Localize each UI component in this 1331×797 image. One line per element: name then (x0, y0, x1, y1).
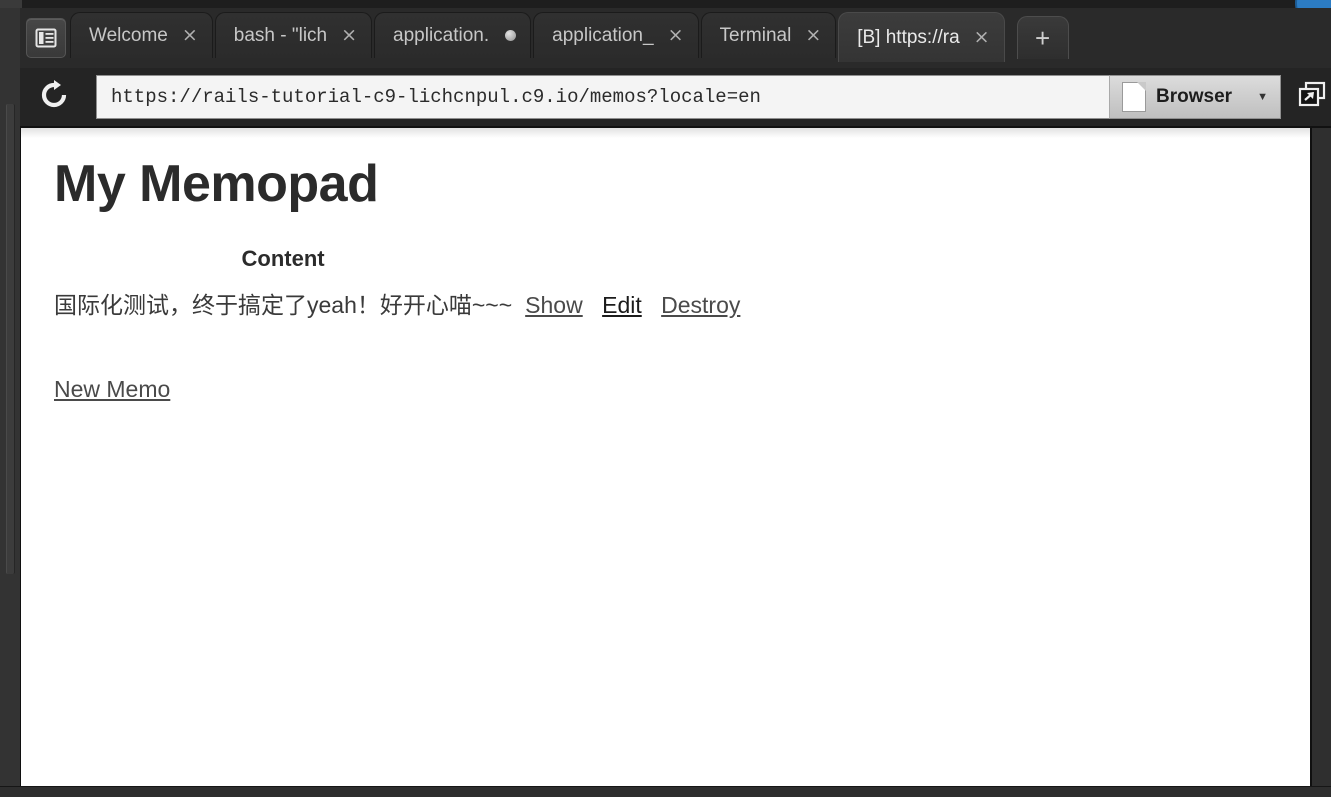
window-top-strip (0, 0, 1331, 8)
editor-tab-welcome[interactable]: Welcome × (70, 12, 213, 58)
left-gutter-scrollbar[interactable] (6, 104, 15, 574)
popout-window-button[interactable] (1289, 74, 1331, 120)
page-title: My Memopad (54, 155, 379, 213)
window-top-sliver (0, 0, 22, 8)
url-bar: Browser ▼ (96, 75, 1281, 119)
ide-window: Welcome × bash - "lich × application. ap… (0, 0, 1331, 797)
reload-button[interactable] (32, 75, 76, 119)
editor-tab-application-underscore[interactable]: application_ × (533, 12, 699, 58)
tab-close-icon[interactable]: × (341, 26, 357, 45)
plus-icon: + (1035, 22, 1051, 53)
tab-label: Welcome (89, 24, 168, 46)
table-header-row: Content (54, 246, 740, 282)
new-memo-link[interactable]: New Memo (54, 376, 170, 402)
memo-actions-cell: Show Edit Destroy (512, 282, 740, 324)
tab-close-icon[interactable]: × (805, 26, 821, 45)
browser-viewport: My Memopad Content 国际化测试，终于搞定了yeah！好开心喵~… (21, 128, 1312, 786)
left-gutter (0, 8, 21, 796)
tab-close-icon[interactable]: × (182, 26, 198, 45)
reload-icon (39, 79, 69, 115)
editor-tab-strip: Welcome × bash - "lich × application. ap… (20, 12, 1069, 68)
document-icon (1122, 82, 1146, 112)
show-link[interactable]: Show (525, 292, 583, 318)
tab-label: [B] https://ra (857, 26, 960, 48)
new-tab-button[interactable]: + (1016, 16, 1069, 59)
preview-target-select[interactable]: Browser ▼ (1109, 75, 1281, 119)
preview-target-label: Browser (1156, 86, 1233, 107)
memo-content-cell: 国际化测试，终于搞定了yeah！好开心喵~~~ (54, 292, 513, 318)
tab-label: application_ (552, 24, 654, 46)
editor-tab-bash[interactable]: bash - "lich × (214, 12, 373, 58)
browser-toolbar: Browser ▼ (20, 68, 1331, 128)
tab-label: Terminal (719, 24, 792, 46)
chevron-down-icon: ▼ (1257, 91, 1268, 103)
popout-window-icon (1297, 80, 1327, 115)
tab-label: application. (393, 24, 490, 46)
new-memo-row: New Memo (54, 376, 1310, 403)
unsaved-changes-icon[interactable] (505, 30, 517, 41)
tab-close-icon[interactable]: × (668, 26, 684, 45)
tab-label: bash - "lich (233, 24, 328, 46)
editor-tab-application-dot[interactable]: application. (374, 12, 532, 58)
window-bottom-strip (0, 786, 1331, 797)
tab-close-icon[interactable]: × (974, 28, 990, 47)
editor-tab-browser-preview[interactable]: [B] https://ra × (838, 12, 1005, 62)
list-panel-icon (35, 27, 57, 49)
column-header-actions (512, 246, 740, 282)
url-input[interactable] (96, 75, 1109, 119)
memopad-page: My Memopad Content 国际化测试，终于搞定了yeah！好开心喵~… (21, 128, 1310, 403)
editor-tab-bar: Welcome × bash - "lich × application. ap… (20, 8, 1331, 69)
memos-table: Content 国际化测试，终于搞定了yeah！好开心喵~~~ Show Edi… (54, 246, 740, 324)
table-row: 国际化测试，终于搞定了yeah！好开心喵~~~ Show Edit Destro… (54, 282, 740, 324)
destroy-link[interactable]: Destroy (661, 292, 740, 318)
column-header-content: Content (241, 246, 325, 271)
edit-link[interactable]: Edit (602, 292, 642, 318)
panel-menu-button[interactable] (26, 18, 66, 58)
editor-tab-terminal[interactable]: Terminal × (700, 12, 837, 58)
